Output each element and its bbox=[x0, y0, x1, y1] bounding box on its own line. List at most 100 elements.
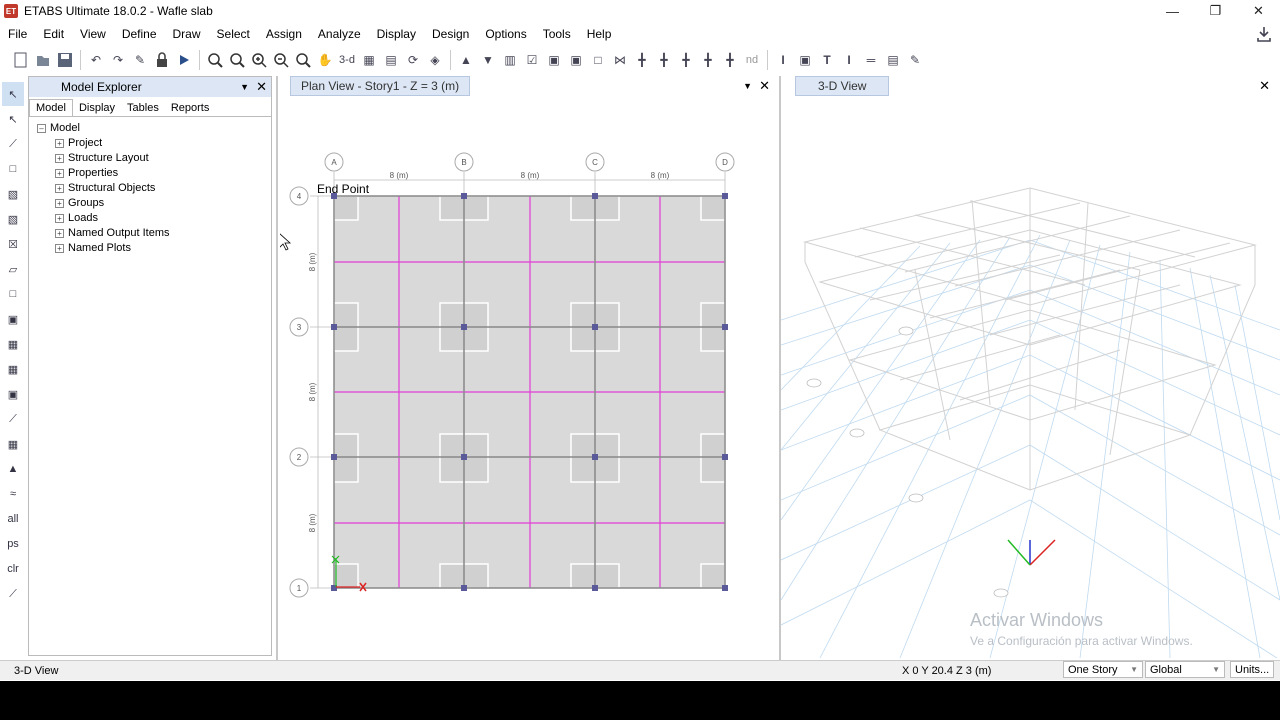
chevron-down-icon[interactable]: ▼ bbox=[240, 82, 249, 92]
menu-define[interactable]: Define bbox=[114, 27, 165, 41]
menu-options[interactable]: Options bbox=[477, 27, 534, 41]
panel-splitter[interactable] bbox=[276, 76, 278, 660]
tab-display[interactable]: Display bbox=[73, 100, 121, 116]
select-all-icon[interactable]: all bbox=[2, 507, 24, 531]
expand-icon[interactable]: + bbox=[55, 214, 64, 223]
collapse-icon[interactable]: – bbox=[37, 124, 46, 133]
intersecting-line-icon[interactable]: ⟋ bbox=[2, 582, 24, 606]
expand-icon[interactable]: + bbox=[55, 184, 64, 193]
story-select[interactable]: One Story ▼ bbox=[1063, 661, 1143, 678]
draw-tool-icon[interactable]: ✎ bbox=[904, 49, 926, 71]
draw-frame-icon[interactable]: □ bbox=[2, 157, 24, 181]
chevron-down-icon[interactable]: ▼ bbox=[743, 81, 752, 91]
menu-edit[interactable]: Edit bbox=[35, 27, 72, 41]
view-3d-button[interactable]: 3-d bbox=[336, 49, 358, 71]
run-analysis-icon[interactable] bbox=[173, 49, 195, 71]
tree-item-structure-layout[interactable]: + Structure Layout bbox=[37, 151, 271, 166]
previous-selection-icon[interactable]: ps bbox=[2, 532, 24, 556]
i-section-icon[interactable]: I bbox=[838, 49, 860, 71]
tab-tables[interactable]: Tables bbox=[121, 100, 165, 116]
close-window-button[interactable]: ✕ bbox=[1237, 0, 1280, 22]
pan-icon[interactable]: ✋ bbox=[314, 49, 336, 71]
save-icon[interactable] bbox=[54, 49, 76, 71]
expand-icon[interactable]: + bbox=[55, 229, 64, 238]
joint-icon[interactable]: ⋈ bbox=[609, 49, 631, 71]
menu-help[interactable]: Help bbox=[579, 27, 620, 41]
menu-select[interactable]: Select bbox=[209, 27, 258, 41]
reshape-icon[interactable]: ↖ bbox=[2, 107, 24, 131]
zoom-previous-icon[interactable] bbox=[226, 49, 248, 71]
section-icon[interactable]: ▣ bbox=[794, 49, 816, 71]
display-options-icon[interactable]: ▥ bbox=[499, 49, 521, 71]
expand-icon[interactable]: + bbox=[55, 199, 64, 208]
beam-icon[interactable]: ╋ bbox=[631, 49, 653, 71]
draw-opening-icon[interactable]: ▣ bbox=[2, 307, 24, 331]
line-style-icon[interactable]: ═ bbox=[860, 49, 882, 71]
view-3d-tab[interactable]: 3-D View bbox=[795, 76, 890, 96]
link-icon[interactable]: ╋ bbox=[697, 49, 719, 71]
close-icon[interactable]: ✕ bbox=[759, 78, 770, 94]
lock-icon[interactable] bbox=[151, 49, 173, 71]
redo-icon[interactable]: ↷ bbox=[107, 49, 129, 71]
minimize-button[interactable]: — bbox=[1151, 0, 1194, 22]
draw-dimension-icon[interactable]: ≈ bbox=[2, 482, 24, 506]
wall-icon[interactable]: ╋ bbox=[653, 49, 675, 71]
pencil-icon[interactable]: ✎ bbox=[129, 49, 151, 71]
tree-root[interactable]: – Model bbox=[37, 121, 271, 136]
draw-tendon-icon[interactable]: ⟋ bbox=[2, 407, 24, 431]
tree-item-named-output-items[interactable]: + Named Output Items bbox=[37, 226, 271, 241]
menu-file[interactable]: File bbox=[0, 27, 35, 41]
nd-button[interactable]: nd bbox=[741, 49, 763, 71]
move-up-icon[interactable]: ▲ bbox=[455, 49, 477, 71]
undo-icon[interactable]: ↶ bbox=[85, 49, 107, 71]
menu-analyze[interactable]: Analyze bbox=[310, 27, 369, 41]
frame-icon[interactable]: □ bbox=[587, 49, 609, 71]
expand-icon[interactable]: + bbox=[55, 139, 64, 148]
new-model-icon[interactable] bbox=[10, 49, 32, 71]
draw-link-icon[interactable]: ▣ bbox=[2, 382, 24, 406]
menu-assign[interactable]: Assign bbox=[258, 27, 310, 41]
tree-item-structural-objects[interactable]: + Structural Objects bbox=[37, 181, 271, 196]
menu-display[interactable]: Display bbox=[369, 27, 424, 41]
close-icon[interactable]: ✕ bbox=[1259, 78, 1270, 94]
expand-icon[interactable]: + bbox=[55, 154, 64, 163]
zoom-in-icon[interactable] bbox=[248, 49, 270, 71]
view-3d-canvas[interactable] bbox=[781, 96, 1280, 658]
plan-view-icon[interactable]: ▦ bbox=[358, 49, 380, 71]
menu-view[interactable]: View bbox=[72, 27, 114, 41]
draw-beam-icon[interactable]: ▧ bbox=[2, 182, 24, 206]
plan-view-tab[interactable]: Plan View - Story1 - Z = 3 (m) bbox=[290, 76, 471, 96]
zoom-extents-icon[interactable] bbox=[292, 49, 314, 71]
zoom-out-icon[interactable] bbox=[270, 49, 292, 71]
expand-icon[interactable]: + bbox=[55, 244, 64, 253]
restraint-icon[interactable]: ╋ bbox=[719, 49, 741, 71]
column-icon[interactable]: I bbox=[772, 49, 794, 71]
tab-reports[interactable]: Reports bbox=[165, 100, 216, 116]
tab-model[interactable]: Model bbox=[29, 99, 73, 116]
check-icon[interactable]: ☑ bbox=[521, 49, 543, 71]
draw-brace-icon[interactable]: ☒ bbox=[2, 232, 24, 256]
tree-item-properties[interactable]: + Properties bbox=[37, 166, 271, 181]
draw-rect-icon[interactable]: □ bbox=[2, 282, 24, 306]
draw-column-icon[interactable]: ▧ bbox=[2, 207, 24, 231]
coord-system-select[interactable]: Global ▼ bbox=[1145, 661, 1225, 678]
layer-icon[interactable]: ▤ bbox=[882, 49, 904, 71]
draw-wall-icon[interactable]: ▦ bbox=[2, 332, 24, 356]
menu-design[interactable]: Design bbox=[424, 27, 477, 41]
draw-line-icon[interactable]: ⟋ bbox=[2, 132, 24, 156]
t-section-icon[interactable]: T bbox=[816, 49, 838, 71]
rotate-icon[interactable]: ⟳ bbox=[402, 49, 424, 71]
tree-item-loads[interactable]: + Loads bbox=[37, 211, 271, 226]
tree-item-named-plots[interactable]: + Named Plots bbox=[37, 241, 271, 256]
pointer-icon[interactable]: ↖ bbox=[2, 82, 24, 106]
plan-view-canvas[interactable]: A B C D 4 3 2 1 8 (m) 8 (m) 8 (m) 8 (m) … bbox=[280, 96, 778, 658]
perspective-icon[interactable]: ◈ bbox=[424, 49, 446, 71]
clear-selection-icon[interactable]: clr bbox=[2, 557, 24, 581]
object-shrink-icon[interactable]: ▣ bbox=[565, 49, 587, 71]
brace-icon[interactable]: ╋ bbox=[675, 49, 697, 71]
download-icon[interactable] bbox=[1256, 26, 1272, 42]
close-icon[interactable]: ✕ bbox=[256, 79, 267, 95]
menu-tools[interactable]: Tools bbox=[535, 27, 579, 41]
draw-grid-icon[interactable]: ▦ bbox=[2, 432, 24, 456]
zoom-window-icon[interactable] bbox=[204, 49, 226, 71]
